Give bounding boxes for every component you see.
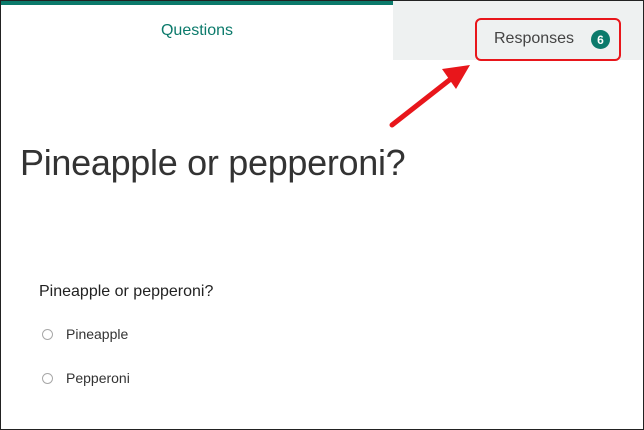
- radio-button[interactable]: [42, 328, 53, 340]
- option-pepperoni[interactable]: Pepperoni: [42, 370, 130, 386]
- responses-count-badge: 6: [591, 30, 610, 49]
- red-arrow-icon: [389, 65, 470, 128]
- radio-button[interactable]: [42, 372, 53, 384]
- form-title: Pineapple or pepperoni?: [20, 142, 406, 183]
- tab-bar: Questions Responses 6: [1, 1, 643, 60]
- tab-questions-label: Questions: [160, 21, 234, 39]
- option-label: Pepperoni: [66, 370, 130, 386]
- forms-window: Questions Responses 6 Pineapple or peppe…: [0, 0, 644, 430]
- tab-responses-label: Responses: [494, 30, 575, 47]
- tab-responses[interactable]: Responses 6: [393, 1, 643, 60]
- option-pineapple[interactable]: Pineapple: [42, 326, 128, 342]
- tab-questions[interactable]: Questions: [1, 1, 393, 60]
- question-text: Pineapple or pepperoni?: [39, 283, 214, 300]
- option-label: Pineapple: [66, 326, 129, 342]
